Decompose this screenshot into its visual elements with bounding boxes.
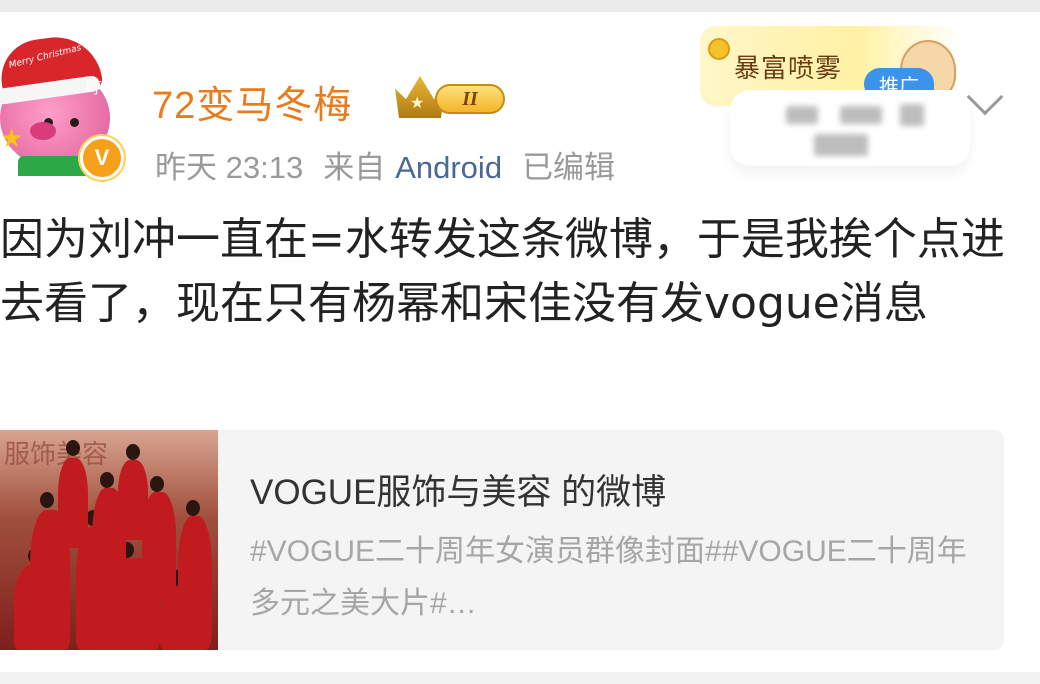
username[interactable]: 72变马冬梅 [152,74,352,129]
weibo-post-card: Merry Christmas ★ 哼 V 72变马冬梅 ★ II 昨天 23:… [0,12,1040,674]
repost-description: #VOGUE二十周年女演员群像封面##VOGUE二十周年多元之美大片#… [250,535,967,620]
star-icon: ★ [0,124,24,154]
top-divider [0,0,1040,12]
repost-title: VOGUE服饰与美容 的微博 [250,473,667,512]
avatar[interactable]: Merry Christmas ★ 哼 V [0,31,124,180]
promoted-ad[interactable]: 暴富喷雾 推广 [700,26,970,166]
ad-title: 暴富喷雾 [734,54,843,84]
thumbnail-corner-text: 服饰美容 [4,440,109,470]
repost-thumbnail: 服饰美容 [0,430,218,650]
avatar-side-text: 哼 [86,78,103,97]
chevron-down-icon[interactable] [966,78,1004,116]
reposted-weibo-card[interactable]: 服饰美容 VOGUE服饰与美容 的微博 #VOGUE二十周年女演员群像封面##V… [0,430,1004,650]
bottom-divider [0,672,1040,684]
ad-blurred-content [730,90,970,166]
post-time: 昨天 23:13 [155,150,304,185]
edited-label[interactable]: 已编辑 [522,150,615,185]
post-meta: 昨天 23:13 来自 Android 已编辑 [155,142,635,187]
post-text: 因为刘冲一直在=水转发这条微博，于是我挨个点进去看了，现在只有杨幂和宋佳没有发v… [0,214,1005,329]
level-label: II [435,84,505,114]
source-link[interactable]: Android [395,150,502,185]
member-level-badge[interactable]: ★ II [395,76,509,118]
verified-v-icon: V [80,136,124,180]
coin-icon [708,38,730,60]
source-prefix: 来自 [323,150,386,185]
